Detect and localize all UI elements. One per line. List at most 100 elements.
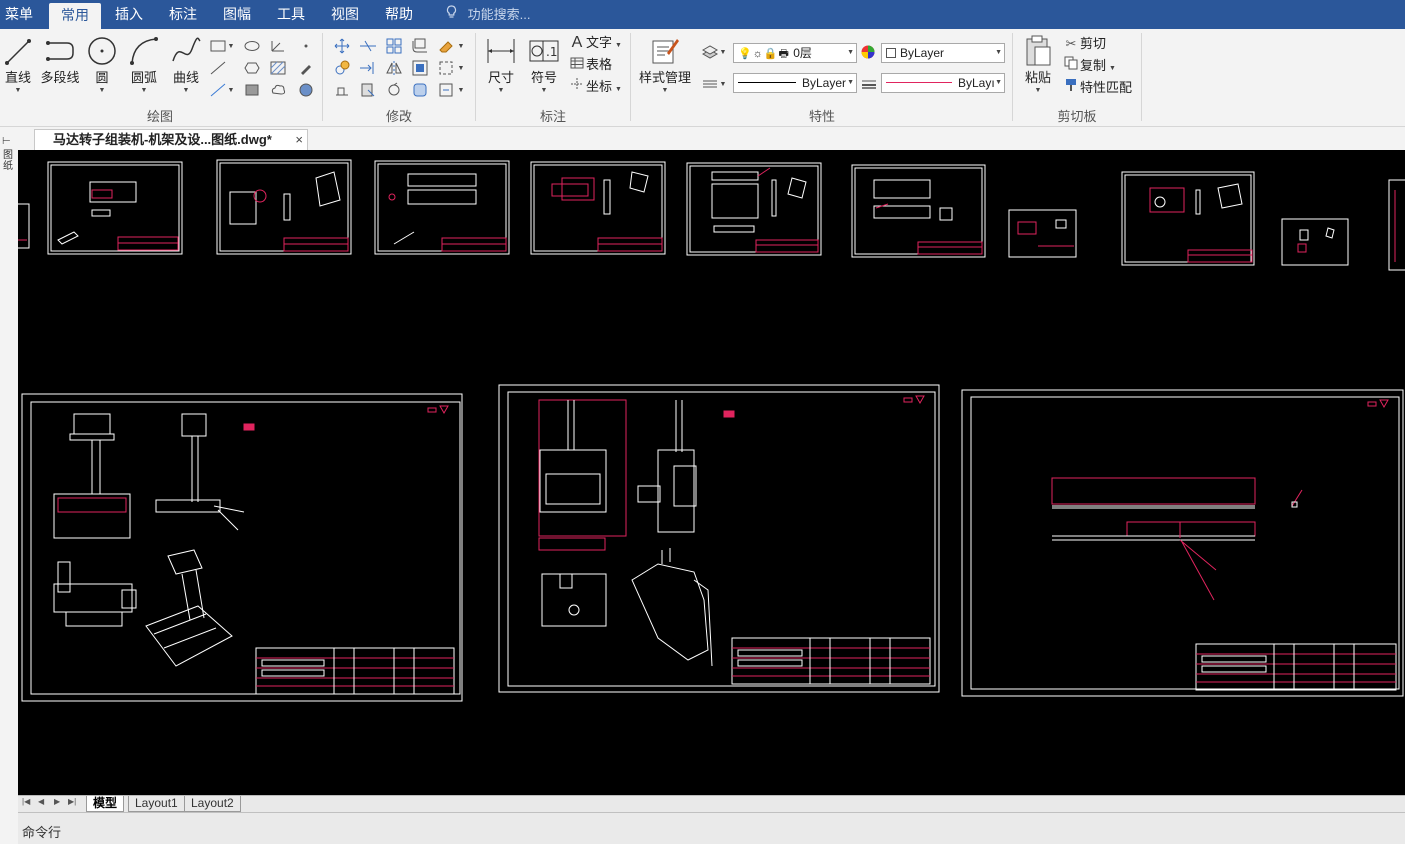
prev-layout-icon[interactable]: ◀ (38, 797, 44, 806)
style-manager-icon (636, 33, 694, 69)
point-icon[interactable] (296, 37, 316, 55)
angle-line-icon[interactable] (268, 37, 288, 55)
text-tool-button[interactable]: A 文字 ▼ (568, 33, 622, 53)
cad-app: 菜单 常用 插入 标注 图幅 工具 视图 帮助 功能搜索... 直线 ▼ 多段线… (0, 0, 1405, 844)
left-side-strip: ⊢ 图 纸 (0, 130, 18, 796)
stretch-icon[interactable] (332, 81, 352, 99)
chevron-down-icon: ▼ (182, 87, 190, 94)
table-icon (568, 55, 586, 75)
cut-button[interactable]: ✂ 剪切 (1062, 34, 1106, 54)
tab-layout1[interactable]: Layout1 (128, 796, 185, 812)
linetype-icon[interactable] (700, 75, 720, 93)
menu-view[interactable]: 视图 (323, 0, 367, 29)
menu-sheet[interactable]: 图幅 (215, 0, 259, 29)
chevron-down-icon[interactable]: ▼ (226, 37, 236, 55)
document-tab[interactable]: 马达转子组装机-机架及设...图纸.dwg* × (34, 129, 308, 150)
color-wheel-icon[interactable] (858, 43, 878, 61)
wipeout-icon[interactable] (296, 81, 316, 99)
dimension-tool-button[interactable]: 尺寸 ▼ (482, 33, 520, 95)
chevron-down-icon[interactable]: ▼ (718, 75, 728, 93)
lineweight-value: ByLayı (958, 76, 995, 90)
chevron-down-icon[interactable]: ▼ (226, 81, 236, 99)
scale-icon[interactable] (358, 81, 378, 99)
text-label: 文字 (586, 35, 613, 50)
copy-icon (1062, 56, 1080, 76)
next-layout-icon[interactable]: ▶ (54, 797, 60, 806)
dimension-label: 尺寸 (487, 70, 514, 85)
rotate-icon[interactable] (384, 81, 404, 99)
chevron-down-icon: ▼ (140, 87, 148, 94)
copy-button[interactable]: 复制 ▼ (1062, 56, 1116, 76)
pen-icon[interactable] (296, 59, 316, 77)
svg-text:.1: .1 (546, 45, 557, 59)
trim-icon[interactable] (358, 37, 378, 55)
lineweight-select[interactable]: ByLayı ▼ (881, 73, 1005, 93)
extend-icon[interactable] (358, 59, 378, 77)
feature-search[interactable]: 功能搜索... (446, 0, 530, 29)
draw-group-label: 绘图 (146, 109, 173, 124)
break-icon[interactable] (436, 81, 456, 99)
chevron-down-icon[interactable]: ▼ (456, 81, 466, 99)
ray-icon[interactable] (208, 81, 228, 99)
cloud-icon[interactable] (268, 81, 288, 99)
dimension-icon (482, 33, 520, 69)
coordinate-tool-button[interactable]: 坐标 ▼ (568, 77, 622, 97)
mirror-icon[interactable] (384, 59, 404, 77)
pin-icon[interactable]: ⊢ (2, 136, 11, 147)
linetype-select[interactable]: ByLayer ▼ (733, 73, 857, 93)
tab-layout2[interactable]: Layout2 (184, 796, 241, 812)
polyline-tool-button[interactable]: 多段线 (38, 33, 82, 87)
menu-help[interactable]: 帮助 (377, 0, 421, 29)
fillet-icon[interactable] (410, 37, 430, 55)
circle-tool-button[interactable]: 圆 ▼ (86, 33, 118, 95)
xline-icon[interactable] (208, 59, 228, 77)
last-layout-icon[interactable]: ▶| (68, 797, 76, 806)
lineweight-icon[interactable] (859, 75, 879, 93)
menu-tools[interactable]: 工具 (269, 0, 313, 29)
move-icon[interactable] (332, 37, 352, 55)
style-manager-button[interactable]: 样式管理 ▼ (636, 33, 694, 95)
table-tool-button[interactable]: 表格 (568, 55, 612, 75)
color-select[interactable]: ByLayer ▼ (881, 43, 1005, 63)
thumbnail-sheet (851, 164, 986, 258)
group-separator (630, 33, 631, 121)
thumbnail-sheet (18, 203, 30, 249)
menu-home[interactable]: 常用 (49, 3, 101, 29)
drawing-canvas[interactable] (18, 150, 1405, 795)
chamfer-icon[interactable] (410, 81, 430, 99)
offset-icon[interactable] (410, 59, 430, 77)
menu-annotate[interactable]: 标注 (161, 0, 205, 29)
menu-main[interactable]: 菜单 (0, 0, 38, 29)
symbol-tool-button[interactable]: .1 符号 ▼ (526, 33, 562, 95)
chevron-down-icon[interactable]: ▼ (456, 59, 466, 77)
first-layout-icon[interactable]: |◀ (22, 797, 30, 806)
coordinate-label: 坐标 (586, 79, 613, 94)
line-tool-button[interactable]: 直线 ▼ (2, 33, 34, 95)
tab-model[interactable]: 模型 (86, 796, 125, 812)
polygon-icon[interactable] (242, 59, 262, 77)
array-icon[interactable] (384, 37, 404, 55)
style-manager-label: 样式管理 (638, 70, 691, 85)
chevron-down-icon[interactable]: ▼ (718, 43, 728, 61)
match-properties-button[interactable]: 特性匹配 (1062, 78, 1132, 98)
region-icon[interactable] (242, 81, 262, 99)
large-sheet-3 (961, 389, 1404, 697)
command-line[interactable]: 命令行 (18, 812, 1405, 844)
paste-button[interactable]: 粘贴 ▼ (1020, 33, 1056, 95)
copy-object-icon[interactable] (332, 59, 352, 77)
ellipse-icon[interactable] (242, 37, 262, 55)
erase-icon[interactable] (436, 37, 456, 55)
layer-manager-icon[interactable] (700, 43, 720, 61)
layer-select[interactable]: 💡☼🔒🖶 0层 ▼ (733, 43, 857, 63)
arc-tool-button[interactable]: 圆弧 ▼ (126, 33, 162, 95)
explode-icon[interactable] (436, 59, 456, 77)
rectangle-icon[interactable] (208, 37, 228, 55)
close-icon[interactable]: × (295, 130, 303, 150)
curve-tool-button[interactable]: 曲线 ▼ (168, 33, 204, 95)
menu-insert[interactable]: 插入 (107, 0, 151, 29)
chevron-down-icon[interactable]: ▼ (456, 37, 466, 55)
hatch-icon[interactable] (268, 59, 288, 77)
symbol-label: 符号 (530, 70, 557, 85)
thumbnail-sheet (47, 161, 183, 255)
side-panel-label[interactable]: 图 纸 (3, 150, 15, 172)
